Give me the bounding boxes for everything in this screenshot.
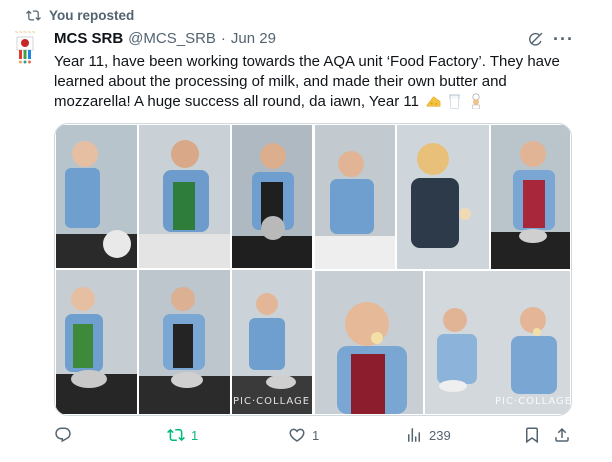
reply-button[interactable] [54, 426, 78, 444]
share-button[interactable] [553, 426, 571, 444]
more-icon[interactable]: ··· [553, 29, 574, 50]
like-button[interactable]: 1 [288, 426, 319, 444]
milk-glass-emoji-icon [448, 94, 461, 115]
repost-indicator[interactable]: You reposted [26, 8, 134, 23]
grok-icon[interactable] [527, 31, 544, 48]
repost-button[interactable]: 1 [167, 426, 198, 444]
bookmark-button[interactable] [523, 426, 541, 444]
watermark-left: PIC·COLLAGE [233, 396, 311, 407]
repost-icon [167, 428, 185, 442]
tweet-text: Year 11, have been working towards the A… [54, 52, 584, 115]
tweet-actions: 1 1 239 [54, 426, 574, 448]
cheese-emoji-icon [426, 94, 441, 115]
tweet-header: MCS SRB @MCS_SRB · Jun 29 [54, 30, 276, 47]
separator-dot: · [220, 30, 226, 47]
left-collage [55, 124, 313, 415]
share-icon [555, 427, 569, 442]
tweet-media-collage[interactable]: PIC·COLLAGE PIC·COLLAGE [54, 123, 572, 416]
cook-emoji-icon [468, 93, 484, 115]
views-count: 239 [429, 427, 451, 443]
svg-text:~~~~~: ~~~~~ [15, 30, 36, 36]
avatar[interactable]: ~~~~~ [8, 28, 42, 66]
author-handle[interactable]: @MCS_SRB [128, 30, 216, 47]
bookmark-icon [526, 427, 538, 444]
like-icon [289, 428, 305, 442]
tweet-date[interactable]: Jun 29 [231, 30, 276, 47]
watermark-right: PIC·COLLAGE [495, 396, 572, 407]
author-name[interactable]: MCS SRB [54, 30, 123, 47]
repost-icon [26, 10, 41, 21]
repost-label: You reposted [49, 8, 135, 23]
reply-icon [55, 427, 71, 443]
right-collage [313, 124, 571, 415]
collage-image [55, 124, 571, 415]
like-count: 1 [312, 427, 320, 443]
repost-count: 1 [191, 427, 199, 443]
views-button[interactable]: 239 [405, 426, 451, 444]
views-icon [408, 428, 420, 442]
